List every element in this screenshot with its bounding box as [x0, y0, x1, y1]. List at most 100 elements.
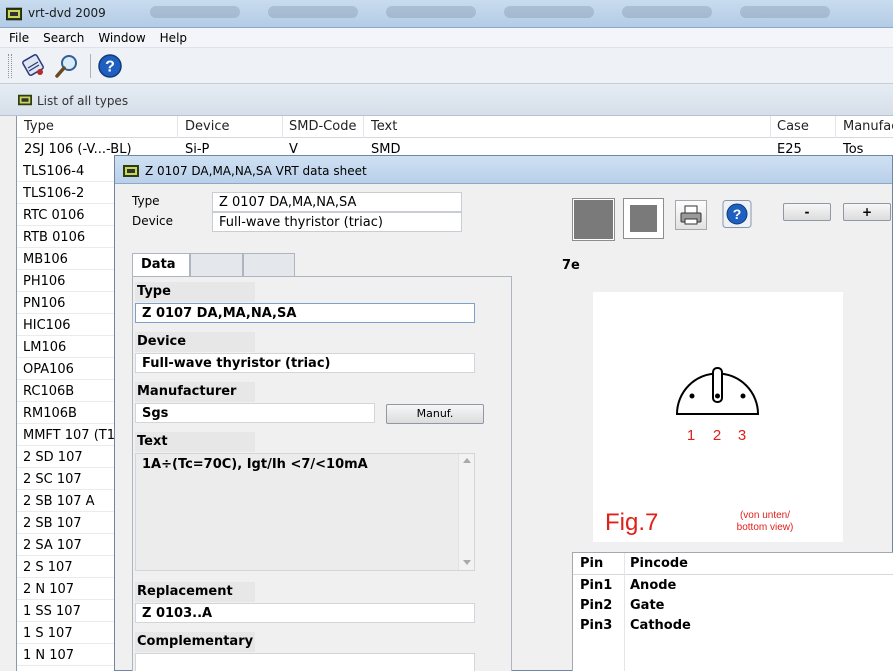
list-item-type: LM106	[23, 340, 67, 355]
column-header-device[interactable]: Device	[185, 119, 229, 137]
menu-window[interactable]: Window	[89, 28, 150, 46]
pin-row[interactable]: Pin1 Anode	[573, 576, 893, 596]
manufacturer-section-label: Manufacturer	[135, 382, 255, 402]
list-item-type: 2 SB 107	[23, 516, 82, 531]
menu-help[interactable]: Help	[151, 28, 192, 46]
dialog-app-icon	[123, 165, 139, 177]
list-item-type: RTB 0106	[23, 230, 86, 245]
list-item[interactable]: MB106	[17, 248, 117, 270]
column-header-type[interactable]: Type	[24, 119, 54, 137]
list-item[interactable]: RC106B	[17, 380, 117, 402]
list-item[interactable]: RTB 0106	[17, 226, 117, 248]
type-section-label: Type	[135, 282, 255, 302]
list-item-type: OPA106	[23, 362, 74, 377]
pin-cell: Pin1	[580, 578, 613, 593]
toolbar-grip[interactable]	[8, 54, 12, 78]
list-item[interactable]: 1 S 107	[17, 622, 117, 644]
header-device-field[interactable]: Full-wave thyristor (triac)	[212, 212, 462, 232]
list-header: Type Device SMD-Code Text Case Manufac	[17, 116, 893, 138]
pin-column-header[interactable]: Pin	[580, 556, 603, 571]
svg-text:?: ?	[105, 59, 115, 76]
list-item[interactable]: 2 SA 107	[17, 534, 117, 556]
scroll-up-arrow-icon[interactable]	[463, 458, 471, 463]
tab-blank-1[interactable]	[190, 253, 243, 276]
pin-number-1: 1	[687, 427, 695, 444]
device-section-label: Device	[135, 332, 255, 352]
transistor-list-icon[interactable]	[20, 52, 48, 80]
list-item-type: 2 SA 107	[23, 538, 82, 553]
column-header-text[interactable]: Text	[371, 119, 397, 137]
list-item-type: 2 SD 107	[23, 450, 83, 465]
list-item-type: TLS106-4	[23, 164, 85, 179]
pin-table: Pin Pincode Pin1 Anode Pin2 Gate Pin3 Ca…	[572, 552, 893, 671]
menu-file[interactable]: File	[0, 28, 34, 46]
list-item[interactable]: TLS106-2	[17, 182, 117, 204]
menu-search[interactable]: Search	[34, 28, 89, 46]
list-item-type: 2 SB 107 A	[23, 494, 95, 509]
list-item[interactable]: 2 SB 107 A	[17, 490, 117, 512]
printer-icon	[680, 205, 702, 225]
dialog-title: Z 0107 DA,MA,NA,SA VRT data sheet	[145, 164, 367, 178]
manufacturer-button[interactable]: Manuf.	[386, 404, 484, 424]
list-item-type: 2 SC 107	[23, 472, 82, 487]
list-item-type: MB106	[23, 252, 68, 267]
complementary-section-label: Complementary	[135, 632, 255, 652]
list-item[interactable]: PN106	[17, 292, 117, 314]
search-icon[interactable]	[54, 52, 82, 80]
manufacturer-field[interactable]: Sgs	[135, 403, 375, 423]
pin-number-2: 2	[713, 427, 721, 444]
list-item[interactable]: PH106	[17, 270, 117, 292]
list-item[interactable]: 2 SC 107	[17, 468, 117, 490]
list-item[interactable]: HIC106	[17, 314, 117, 336]
zoom-in-button[interactable]: +	[843, 203, 891, 221]
text-area[interactable]: 1A÷(Tc=70C), Igt/Ih <7/<10mA	[135, 453, 475, 571]
replacement-section-label: Replacement	[135, 582, 255, 602]
type-field[interactable]: Z 0107 DA,MA,NA,SA	[135, 303, 475, 323]
tab-blank-2[interactable]	[243, 253, 295, 276]
dialog-titlebar[interactable]: Z 0107 DA,MA,NA,SA VRT data sheet	[115, 156, 892, 184]
device-field[interactable]: Full-wave thyristor (triac)	[135, 353, 475, 373]
zoom-out-button[interactable]: -	[783, 203, 831, 221]
header-device-label: Device	[132, 214, 174, 228]
pincode-column-header[interactable]: Pincode	[630, 556, 688, 571]
list-item-type: HIC106	[23, 318, 71, 333]
list-item[interactable]: RM106B	[17, 402, 117, 424]
list-item[interactable]: LM106	[17, 336, 117, 358]
list-item-type: RTC 0106	[23, 208, 85, 223]
color-swatch-small[interactable]	[623, 198, 664, 239]
list-item[interactable]: 1 N 107	[17, 644, 117, 666]
complementary-field[interactable]	[135, 653, 475, 671]
list-item[interactable]: 2 N 107	[17, 578, 117, 600]
replacement-field[interactable]: Z 0103..A	[135, 603, 475, 623]
list-item[interactable]: OPA106	[17, 358, 117, 380]
print-button[interactable]	[675, 200, 707, 230]
header-type-field[interactable]: Z 0107 DA,MA,NA,SA	[212, 192, 462, 212]
list-panel-caption: List of all types	[0, 84, 893, 116]
pin-row[interactable]: Pin2 Gate	[573, 596, 893, 616]
pin-row[interactable]: Pin3 Cathode	[573, 616, 893, 636]
svg-text:?: ?	[733, 206, 742, 222]
list-item[interactable]: MMFT 107 (T1	[17, 424, 117, 446]
text-area-content: 1A÷(Tc=70C), Igt/Ih <7/<10mA	[142, 457, 368, 472]
column-header-smd-code[interactable]: SMD-Code	[289, 119, 356, 137]
scroll-down-arrow-icon[interactable]	[463, 560, 471, 565]
dialog-help-button[interactable]: ?	[722, 200, 753, 228]
list-item[interactable]: 2 SD 107	[17, 446, 117, 468]
view-note-line2: bottom view)	[737, 522, 794, 533]
list-item[interactable]: 2 S 107	[17, 556, 117, 578]
list-item-type: RC106B	[23, 384, 75, 399]
list-item[interactable]: 2 SB 107	[17, 512, 117, 534]
list-item-type: PN106	[23, 296, 66, 311]
list-item[interactable]: 1 SS 107	[17, 600, 117, 622]
tab-data[interactable]: Data	[132, 253, 190, 277]
pin-cell: Pin2	[580, 598, 613, 613]
column-header-manufacturer[interactable]: Manufac	[843, 119, 893, 137]
column-header-case[interactable]: Case	[777, 119, 809, 137]
list-item[interactable]: TLS106-4	[17, 160, 117, 182]
list-item[interactable]: RTC 0106	[17, 204, 117, 226]
text-area-scrollbar[interactable]	[458, 454, 474, 570]
window-title: vrt-dvd 2009	[28, 6, 106, 20]
list-item-type: 2 S 107	[23, 560, 73, 575]
color-swatch-large[interactable]	[572, 198, 615, 241]
help-icon[interactable]: ?	[96, 52, 124, 80]
